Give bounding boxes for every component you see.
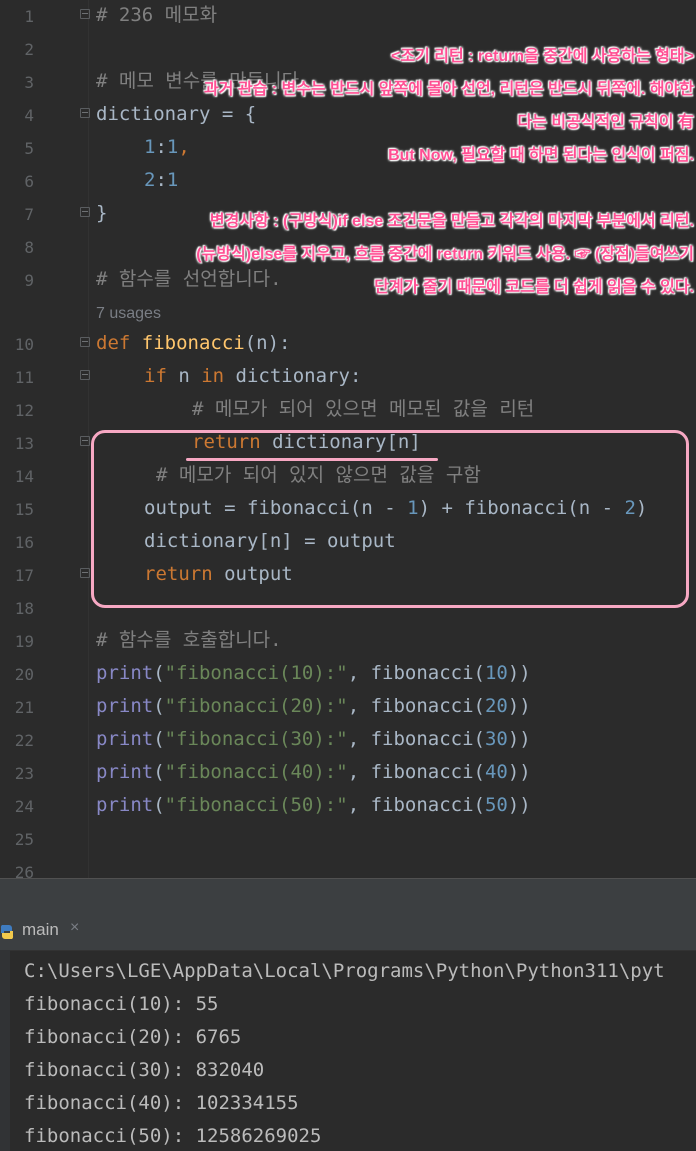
- fold-marker-icon[interactable]: [80, 207, 90, 217]
- highlight-box: [91, 430, 689, 608]
- code-text: if n in dictionary:: [144, 365, 362, 387]
- line-number: 3: [24, 73, 34, 92]
- code-line-25[interactable]: 25: [0, 823, 696, 856]
- output-gutter: [0, 950, 10, 1151]
- line-number: 22: [14, 731, 34, 750]
- code-text: print("fibonacci(30):", fibonacci(30)): [96, 728, 531, 750]
- code-line-10[interactable]: 10 def fibonacci(n):: [0, 328, 696, 361]
- run-tab-bar: main ×: [0, 912, 696, 951]
- fold-marker-icon[interactable]: [80, 337, 90, 347]
- comment: # 함수를 호출합니다.: [96, 629, 282, 651]
- close-icon[interactable]: ×: [70, 919, 79, 937]
- output-line: fibonacci(50): 12586269025: [24, 1125, 322, 1147]
- line-number: 4: [24, 106, 34, 125]
- line-number: 15: [14, 500, 34, 519]
- code-text: def fibonacci(n):: [96, 332, 291, 354]
- output-line: C:\Users\LGE\AppData\Local\Programs\Pyth…: [24, 960, 665, 982]
- annotation-now: But Now, 필요할 때 하면 된다는 인식이 퍼짐.: [388, 147, 694, 164]
- code-line-26[interactable]: 26: [0, 856, 696, 878]
- line-number: 5: [24, 139, 34, 158]
- code-text: print("fibonacci(40):", fibonacci(40)): [96, 761, 531, 783]
- output-line: fibonacci(40): 102334155: [24, 1092, 299, 1114]
- line-number: 6: [24, 172, 34, 191]
- code-line-24[interactable]: 24 print("fibonacci(50):", fibonacci(50)…: [0, 790, 696, 823]
- line-number: 11: [14, 368, 34, 387]
- python-icon: [0, 925, 14, 939]
- line-number: 10: [14, 335, 34, 354]
- line-number: 23: [14, 764, 34, 783]
- usages-hint[interactable]: 7 usages: [96, 305, 161, 323]
- output-line: fibonacci(20): 6765: [24, 1026, 242, 1048]
- code-line-21[interactable]: 21 print("fibonacci(20):", fibonacci(20)…: [0, 691, 696, 724]
- code-text: print("fibonacci(50):", fibonacci(50)): [96, 794, 531, 816]
- code-line-23[interactable]: 23 print("fibonacci(40):", fibonacci(40)…: [0, 757, 696, 790]
- output-line: fibonacci(10): 55: [24, 993, 219, 1015]
- annotation-advantage: 단계가 줄기 때문에 코드를 더 쉽게 읽을 수 있다.: [374, 279, 694, 296]
- line-number: 19: [14, 632, 34, 651]
- line-number: 13: [14, 434, 34, 453]
- comment: # 함수를 선언합니다.: [96, 268, 282, 290]
- line-number: 26: [14, 863, 34, 878]
- line-number: 17: [14, 566, 34, 585]
- run-tab-main[interactable]: main: [22, 920, 59, 940]
- comment: # 메모가 되어 있으면 메모된 값을 리턴: [192, 398, 535, 420]
- fold-marker-icon[interactable]: [80, 108, 90, 118]
- line-number: 7: [24, 205, 34, 224]
- fold-marker-icon[interactable]: [80, 9, 90, 19]
- fold-marker-icon[interactable]: [80, 568, 90, 578]
- annotation-early-return: <조기 리턴 : return을 중간에 사용하는 형태>: [391, 48, 694, 65]
- fold-marker-icon[interactable]: [80, 370, 90, 380]
- code-text: 1:1,: [144, 136, 190, 158]
- code-line-20[interactable]: 20 print("fibonacci(10):", fibonacci(10)…: [0, 658, 696, 691]
- code-text: print("fibonacci(20):", fibonacci(20)): [96, 695, 531, 717]
- line-number: 2: [24, 40, 34, 59]
- line-number: 18: [14, 599, 34, 618]
- code-text: }: [96, 202, 108, 224]
- code-editor[interactable]: 1 # 236 메모화 2 3 # 메모 변수를 만듭니다. 4 diction…: [0, 0, 696, 878]
- line-number: 24: [14, 797, 34, 816]
- run-panel: main × C:\Users\LGE\AppData\Local\Progra…: [0, 912, 696, 1151]
- annotation-informal-rule: 다는 비공식적인 규칙이 有: [517, 114, 694, 131]
- code-line-6[interactable]: 6 2:1: [0, 165, 696, 198]
- line-number: 16: [14, 533, 34, 552]
- code-line-1[interactable]: 1 # 236 메모화: [0, 0, 696, 33]
- annotation-new-way: (뉴방식)else를 지우고, 흐름 중간에 return 키워드 사용. ☞ …: [196, 246, 694, 263]
- line-number: 1: [24, 7, 34, 26]
- line-number: 25: [14, 830, 34, 849]
- code-text: dictionary = {: [96, 103, 257, 125]
- annotation-changes: 변경사항 : (구방식)if else 조건문을 만들고 각각의 마지막 부분에…: [209, 213, 694, 230]
- code-line-19[interactable]: 19 # 함수를 호출합니다.: [0, 625, 696, 658]
- line-number: 21: [14, 698, 34, 717]
- line-number: 9: [24, 271, 34, 290]
- code-line-11[interactable]: 11 if n in dictionary:: [0, 361, 696, 394]
- highlight-underline: [186, 458, 438, 461]
- line-number: 8: [24, 238, 34, 257]
- code-text: 2:1: [144, 169, 179, 191]
- code-line-22[interactable]: 22 print("fibonacci(30):", fibonacci(30)…: [0, 724, 696, 757]
- line-number: 12: [14, 401, 34, 420]
- output-line: fibonacci(30): 832040: [24, 1059, 265, 1081]
- fold-marker-icon[interactable]: [80, 436, 90, 446]
- panel-splitter[interactable]: [0, 878, 696, 913]
- code-text: print("fibonacci(10):", fibonacci(10)): [96, 662, 531, 684]
- comment: # 236 메모화: [96, 4, 218, 26]
- line-number: 20: [14, 665, 34, 684]
- code-line-12[interactable]: 12 # 메모가 되어 있으면 메모된 값을 리턴: [0, 394, 696, 427]
- line-number: 14: [14, 467, 34, 486]
- annotation-past-convention: 과거 관습 : 변수는 반드시 앞쪽에 몰아 선언, 리턴은 반드시 뒤쪽에. …: [204, 81, 694, 98]
- usages-hint-row[interactable]: 7 usages: [0, 297, 696, 327]
